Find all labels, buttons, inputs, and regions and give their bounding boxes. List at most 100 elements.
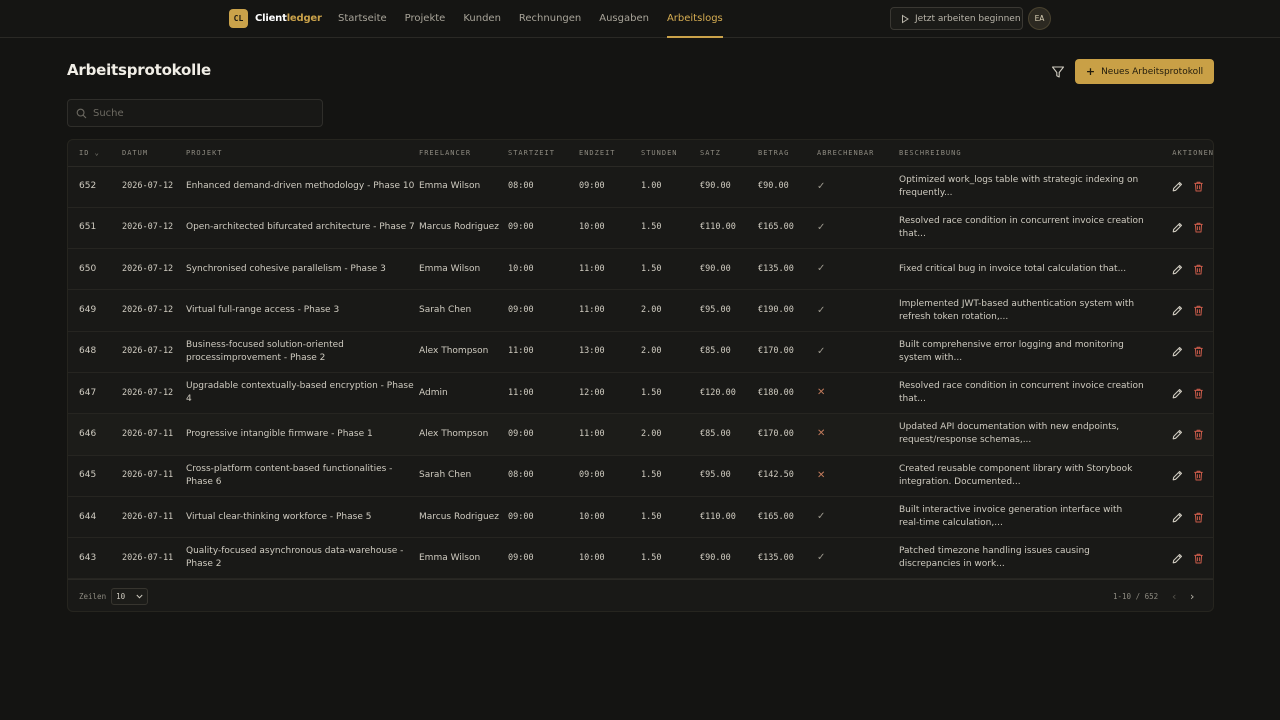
cell-rate: €95.00 (700, 305, 731, 316)
start-working-button[interactable]: Jetzt arbeiten beginnen (890, 7, 1023, 30)
app-logo[interactable]: CL Clientledger (229, 9, 322, 28)
column-header-amount[interactable]: BETRAG (758, 140, 817, 167)
edit-pencil-icon[interactable] (1171, 511, 1184, 524)
table-row[interactable]: 648 2026-07-12 Business-focused solution-o… (68, 331, 1213, 373)
nav-kunden[interactable]: Kunden (463, 0, 501, 38)
next-page-icon[interactable]: › (1190, 590, 1194, 603)
column-header-freelancer[interactable]: FREELANCER (419, 140, 508, 167)
cell-freelancer: Sarah Chen (419, 470, 472, 481)
filter-icon[interactable] (1050, 64, 1066, 80)
cell-end-time: 10:00 (579, 222, 605, 233)
cell-rate: €90.00 (700, 552, 731, 563)
cross-icon: ✕ (817, 469, 826, 481)
cell-end-time: 09:00 (579, 470, 605, 481)
delete-trash-icon[interactable] (1192, 345, 1205, 358)
cell-description: Patched timezone handling issues causing… (899, 546, 1090, 570)
table-row[interactable]: 650 2026-07-12 Synchronised cohesive paral… (68, 249, 1213, 290)
cell-date: 2026-07-12 (122, 387, 174, 398)
column-header-billable[interactable]: ABRECHENBAR (817, 140, 899, 167)
cell-amount: €170.00 (758, 346, 794, 357)
edit-pencil-icon[interactable] (1171, 552, 1184, 565)
start-working-label: Jetzt arbeiten beginnen (915, 13, 1021, 24)
edit-pencil-icon[interactable] (1171, 469, 1184, 482)
worklog-table: ID ⌄ DATUM PROJEKT FREELANCER STARTZEIT … (68, 140, 1213, 579)
edit-pencil-icon[interactable] (1171, 221, 1184, 234)
column-header-id[interactable]: ID ⌄ (68, 140, 122, 167)
cell-start-time: 09:00 (508, 511, 534, 522)
cell-project: Progressive intangible firmware - Phase … (186, 428, 373, 439)
cell-rate: €90.00 (700, 263, 731, 274)
table-row[interactable]: 645 2026-07-11 Cross-platform content-base… (68, 455, 1213, 497)
cell-end-time: 11:00 (579, 263, 605, 274)
check-icon: ✓ (817, 552, 826, 564)
previous-page-icon[interactable]: ‹ (1172, 590, 1176, 603)
row-actions (1145, 387, 1213, 400)
edit-pencil-icon[interactable] (1171, 387, 1184, 400)
table-row[interactable]: 644 2026-07-11 Virtual clear-thinking work… (68, 496, 1213, 538)
edit-pencil-icon[interactable] (1171, 180, 1184, 193)
table-row[interactable]: 646 2026-07-11 Progressive intangible firm… (68, 413, 1213, 456)
search-input[interactable] (93, 107, 313, 119)
cell-freelancer: Emma Wilson (419, 181, 481, 192)
edit-pencil-icon[interactable] (1171, 428, 1184, 441)
table-row[interactable]: 647 2026-07-12 Upgradable contextually-bas… (68, 372, 1213, 414)
row-actions (1145, 428, 1213, 441)
new-worklog-button[interactable]: + Neues Arbeitsprotokoll (1075, 59, 1214, 84)
nav-rechnungen[interactable]: Rechnungen (519, 0, 581, 38)
cell-billable: ✕ (817, 414, 899, 455)
delete-trash-icon[interactable] (1192, 511, 1205, 524)
column-header-project[interactable]: PROJEKT (186, 140, 419, 167)
edit-pencil-icon[interactable] (1171, 304, 1184, 317)
edit-pencil-icon[interactable] (1171, 263, 1184, 276)
table-body: 652 2026-07-12 Enhanced demand-driven meth… (68, 166, 1213, 579)
table-row[interactable]: 649 2026-07-12 Virtual full-range access -… (68, 290, 1213, 332)
nav-arbeitslogs[interactable]: Arbeitslogs (666, 0, 723, 38)
delete-trash-icon[interactable] (1192, 428, 1205, 441)
cell-hours: 2.00 (641, 346, 662, 357)
row-actions (1145, 511, 1213, 524)
delete-trash-icon[interactable] (1192, 263, 1205, 276)
check-icon: ✓ (817, 180, 826, 192)
column-header-end[interactable]: ENDZEIT (579, 140, 641, 167)
nav-startseite[interactable]: Startseite (338, 0, 387, 38)
cell-start-time: 09:00 (508, 305, 534, 316)
delete-trash-icon[interactable] (1192, 469, 1205, 482)
table-row[interactable]: 643 2026-07-11 Quality-focused asynchronou… (68, 538, 1213, 579)
delete-trash-icon[interactable] (1192, 221, 1205, 234)
table-row[interactable]: 651 2026-07-12 Open-architected bifurcated… (68, 207, 1213, 249)
column-header-description[interactable]: BESCHREIBUNG (899, 140, 1145, 167)
cross-icon: ✕ (817, 387, 826, 399)
column-header-hours[interactable]: STUNDEN (641, 140, 700, 167)
user-avatar[interactable]: EA (1028, 7, 1051, 30)
column-header-date[interactable]: DATUM (122, 140, 186, 167)
cell-start-time: 11:00 (508, 346, 534, 357)
row-actions (1145, 263, 1213, 276)
table-row[interactable]: 652 2026-07-12 Enhanced demand-driven meth… (68, 166, 1213, 208)
cell-hours: 2.00 (641, 428, 662, 439)
page-title: Arbeitsprotokolle (67, 61, 212, 79)
main-nav: Startseite Projekte Kunden Rechnungen Au… (338, 0, 741, 38)
rows-per-page-select[interactable]: 10 (111, 588, 149, 605)
column-header-start[interactable]: STARTZEIT (508, 140, 579, 167)
delete-trash-icon[interactable] (1192, 180, 1205, 193)
cell-freelancer: Sarah Chen (419, 305, 472, 316)
check-icon: ✓ (817, 511, 826, 523)
cell-description: Built comprehensive error logging and mo… (899, 339, 1124, 363)
cell-id: 647 (79, 387, 97, 398)
nav-ausgaben[interactable]: Ausgaben (599, 0, 649, 38)
edit-pencil-icon[interactable] (1171, 345, 1184, 358)
nav-projekte[interactable]: Projekte (405, 0, 446, 38)
delete-trash-icon[interactable] (1192, 304, 1205, 317)
delete-trash-icon[interactable] (1192, 552, 1205, 565)
cell-freelancer: Marcus Rodriguez (419, 222, 499, 233)
cell-hours: 1.50 (641, 470, 662, 481)
cell-description: Implemented JWT-based authentication sys… (899, 298, 1135, 322)
cell-billable: ✓ (817, 166, 899, 207)
logo-mark: CL (229, 9, 248, 28)
column-header-rate[interactable]: SATZ (700, 140, 758, 167)
table-footer: Zeilen 10 1-10 / 652 ‹ › (68, 579, 1213, 611)
cell-rate: €110.00 (700, 222, 736, 233)
delete-trash-icon[interactable] (1192, 387, 1205, 400)
cell-freelancer: Alex Thompson (419, 428, 489, 439)
cell-description: Resolved race condition in concurrent in… (899, 215, 1144, 239)
